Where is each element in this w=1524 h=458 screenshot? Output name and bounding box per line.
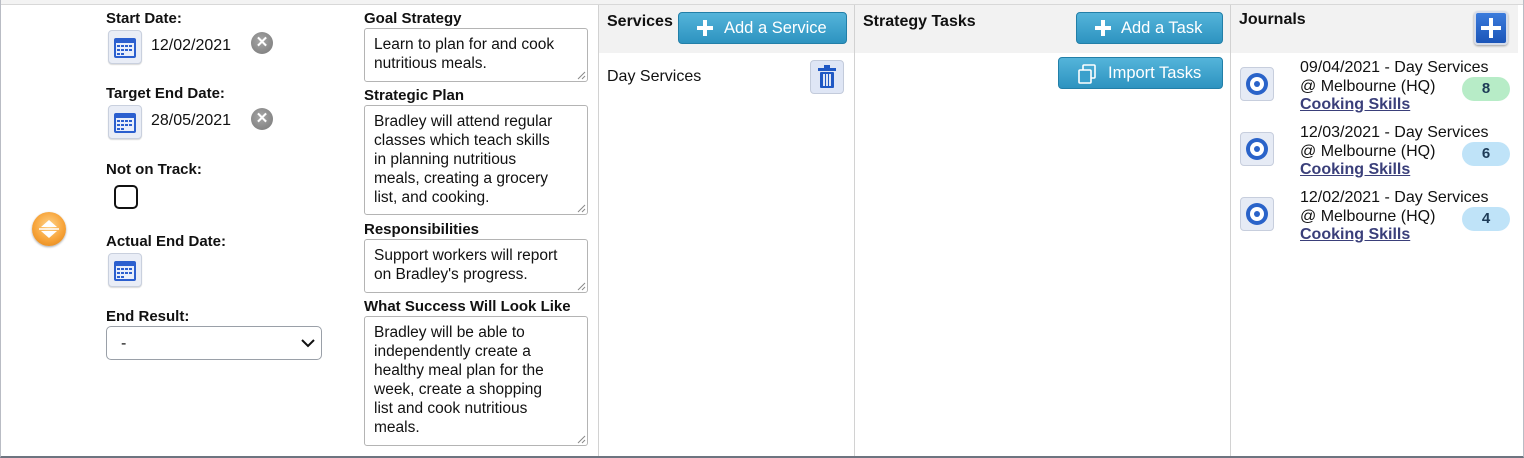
goal-row-frame: [0, 0, 1524, 458]
journal-date-line: 12/03/2021 - Day Services: [1300, 124, 1489, 141]
add-service-label: Add a Service: [724, 19, 827, 37]
journal-link[interactable]: Cooking Skills: [1300, 226, 1410, 244]
services-title: Services: [607, 13, 673, 30]
tasks-title: Strategy Tasks: [863, 13, 976, 30]
end-result-selected-value: -: [121, 335, 127, 352]
journal-location: @ Melbourne (HQ): [1300, 208, 1436, 225]
journals-title: Journals: [1239, 11, 1306, 28]
resize-grip-icon[interactable]: [577, 435, 586, 444]
not-on-track-label: Not on Track:: [106, 161, 202, 178]
plus-icon: [697, 20, 713, 36]
resize-grip-icon[interactable]: [577, 71, 586, 80]
strategic-plan-textarea[interactable]: Bradley will attend regular classes whic…: [364, 105, 588, 215]
responsibilities-textarea[interactable]: Support workers will report on Bradley's…: [364, 239, 588, 293]
journal-count-badge: 8: [1462, 77, 1510, 101]
add-service-button[interactable]: Add a Service: [678, 12, 847, 44]
plus-icon: [1095, 20, 1111, 36]
end-result-select[interactable]: -: [106, 326, 322, 360]
responsibilities-text: Support workers will report on Bradley's…: [374, 247, 558, 283]
clear-start-date-icon[interactable]: ✕: [251, 32, 273, 54]
resize-grip-icon[interactable]: [577, 204, 586, 213]
delete-service-trash-icon[interactable]: [810, 60, 844, 94]
target-end-date-calendar-icon[interactable]: [108, 105, 142, 139]
journals-column-divider: [1230, 5, 1231, 456]
actual-end-date-label: Actual End Date:: [106, 233, 227, 250]
goal-strategy-label: Goal Strategy: [364, 10, 462, 27]
target-end-date-value[interactable]: 28/05/2021: [151, 112, 231, 130]
service-item-name: Day Services: [607, 68, 702, 85]
journal-target-icon[interactable]: [1240, 132, 1274, 166]
success-text: Bradley will be able to independently cr…: [374, 324, 544, 436]
target-end-date-label: Target End Date:: [106, 85, 225, 102]
journal-count-badge: 4: [1462, 207, 1510, 231]
clear-target-end-date-icon[interactable]: ✕: [251, 108, 273, 130]
start-date-label: Start Date:: [106, 10, 182, 27]
journal-date-line: 09/04/2021 - Day Services: [1300, 59, 1489, 76]
end-result-label: End Result:: [106, 308, 190, 325]
strategic-plan-text: Bradley will attend regular classes whic…: [374, 113, 553, 206]
copy-icon: [1078, 64, 1096, 84]
start-date-value[interactable]: 12/02/2021: [151, 37, 231, 55]
goal-strategy-text: Learn to plan for and cook nutritious me…: [374, 36, 555, 72]
not-on-track-checkbox[interactable]: [114, 185, 138, 209]
journal-location: @ Melbourne (HQ): [1300, 78, 1436, 95]
journal-date-line: 12/02/2021 - Day Services: [1300, 189, 1489, 206]
services-column-divider: [598, 5, 599, 456]
success-textarea[interactable]: Bradley will be able to independently cr…: [364, 316, 588, 446]
tasks-column-divider: [854, 5, 855, 456]
add-journal-plus-icon[interactable]: [1474, 11, 1508, 45]
import-tasks-label: Import Tasks: [1108, 64, 1202, 82]
strategic-plan-label: Strategic Plan: [364, 87, 465, 104]
responsibilities-label: Responsibilities: [364, 221, 480, 238]
goal-strategy-textarea[interactable]: Learn to plan for and cook nutritious me…: [364, 28, 588, 82]
journal-location: @ Melbourne (HQ): [1300, 143, 1436, 160]
add-task-label: Add a Task: [1121, 19, 1203, 37]
journal-count-badge: 6: [1462, 142, 1510, 166]
chevron-down-icon: [301, 339, 315, 348]
success-label: What Success Will Look Like: [364, 298, 571, 315]
journal-link[interactable]: Cooking Skills: [1300, 161, 1410, 179]
start-date-calendar-icon[interactable]: [108, 30, 142, 64]
resize-grip-icon[interactable]: [577, 282, 586, 291]
journal-target-icon[interactable]: [1240, 67, 1274, 101]
actual-end-date-calendar-icon[interactable]: [108, 253, 142, 287]
journal-target-icon[interactable]: [1240, 197, 1274, 231]
add-task-button[interactable]: Add a Task: [1076, 12, 1223, 44]
import-tasks-button[interactable]: Import Tasks: [1058, 57, 1223, 89]
journal-link[interactable]: Cooking Skills: [1300, 96, 1410, 114]
expand-collapse-icon[interactable]: [32, 212, 66, 246]
